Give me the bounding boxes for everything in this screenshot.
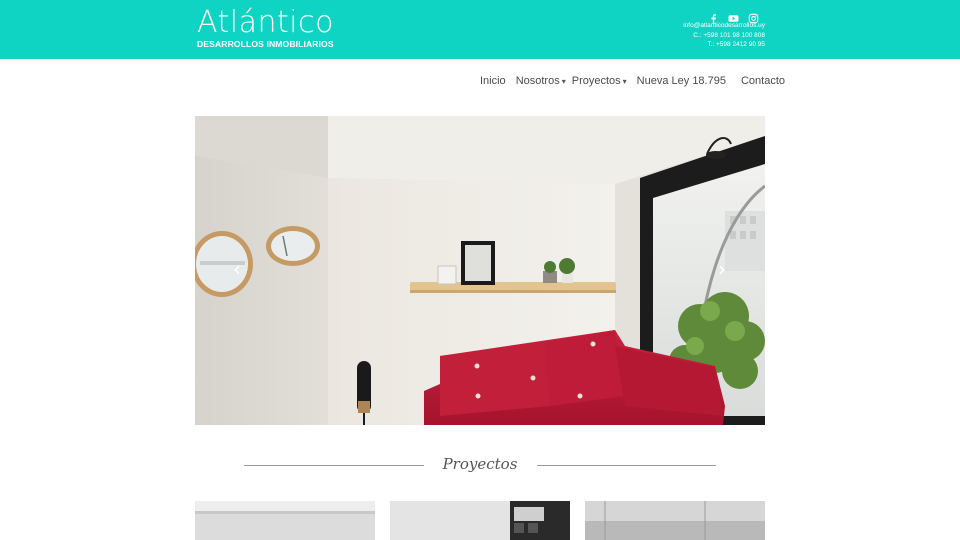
youtube-icon[interactable] bbox=[728, 9, 739, 22]
slider-prev-button[interactable]: ‹ bbox=[233, 259, 241, 279]
slider-next-button[interactable]: › bbox=[718, 259, 726, 279]
nav-label: Nosotros bbox=[515, 75, 560, 87]
nav-label: Contacto bbox=[740, 75, 785, 87]
chevron-down-icon: ▾ bbox=[622, 77, 627, 86]
hero-slider[interactable]: ‹ › bbox=[195, 116, 765, 425]
nav-item-contacto[interactable]: Contacto bbox=[741, 75, 785, 87]
instagram-icon[interactable] bbox=[748, 9, 759, 24]
main-nav: Inicio Nosotros ▾ Proyectos ▾ Nueva Ley 18… bbox=[480, 75, 795, 87]
nav-label: Inicio bbox=[480, 75, 506, 87]
project-card-3[interactable] bbox=[585, 501, 765, 540]
nav-label: Nueva Ley 18.795 bbox=[636, 75, 726, 87]
social-links bbox=[708, 9, 759, 24]
nav-item-proyectos[interactable]: Proyectos ▾ bbox=[572, 75, 627, 87]
section-title-proyectos: Proyectos bbox=[442, 455, 518, 473]
header-bar: Atlántico DESARROLLOS INMOBILIARIOS info… bbox=[0, 0, 960, 59]
logo[interactable]: Atlántico DESARROLLOS INMOBILIARIOS bbox=[197, 6, 334, 49]
project-card-1[interactable] bbox=[195, 501, 375, 540]
phone-tel: T.: +598 2412 90 95 bbox=[707, 41, 765, 48]
nav-item-nueva-ley[interactable]: Nueva Ley 18.795 bbox=[637, 75, 726, 87]
logo-subtitle: DESARROLLOS INMOBILIARIOS bbox=[197, 39, 334, 49]
email-link[interactable]: info@atlanticodesarrollos.uy bbox=[683, 21, 765, 31]
phone-cel: C.: +598 101 98 100 808 bbox=[693, 31, 765, 39]
divider-right bbox=[537, 465, 716, 466]
project-card-2[interactable] bbox=[390, 501, 570, 540]
chevron-down-icon: ▾ bbox=[561, 77, 566, 86]
nav-item-inicio[interactable]: Inicio bbox=[480, 75, 506, 87]
logo-name: Atlántico bbox=[197, 5, 334, 40]
facebook-icon[interactable] bbox=[708, 9, 719, 24]
nav-label: Proyectos bbox=[571, 75, 621, 87]
contact-info: info@atlanticodesarrollos.uy C.: +598 10… bbox=[683, 21, 765, 50]
nav-item-nosotros[interactable]: Nosotros ▾ bbox=[516, 75, 566, 87]
hero-image bbox=[195, 116, 765, 425]
